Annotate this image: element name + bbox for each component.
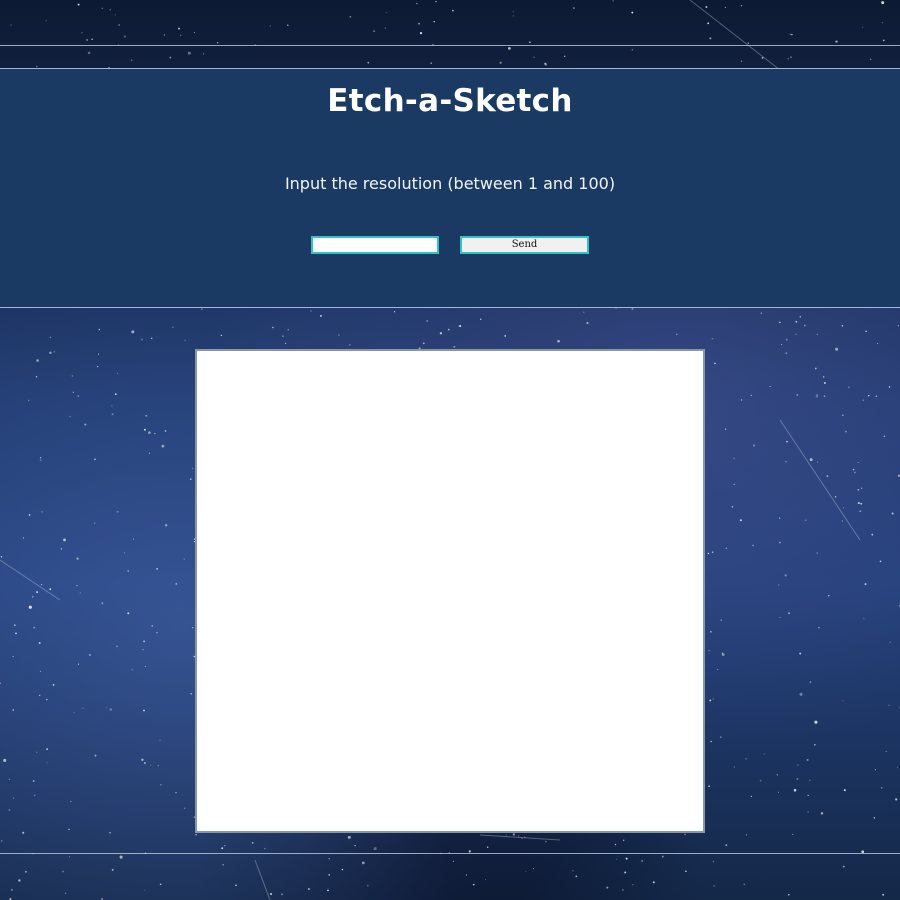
resolution-input[interactable] bbox=[311, 236, 439, 254]
page: { "app": { "title": "Etch-a-Sketch" }, "… bbox=[0, 0, 900, 900]
sketch-grid[interactable] bbox=[195, 349, 705, 833]
top-divider-line bbox=[0, 45, 900, 46]
bottom-divider-line bbox=[0, 853, 900, 854]
header-panel: Etch-a-Sketch Input the resolution (betw… bbox=[0, 68, 900, 308]
page-title: Etch-a-Sketch bbox=[327, 83, 573, 119]
resolution-prompt: Input the resolution (between 1 and 100) bbox=[284, 174, 616, 193]
send-button[interactable]: Send bbox=[460, 236, 589, 254]
